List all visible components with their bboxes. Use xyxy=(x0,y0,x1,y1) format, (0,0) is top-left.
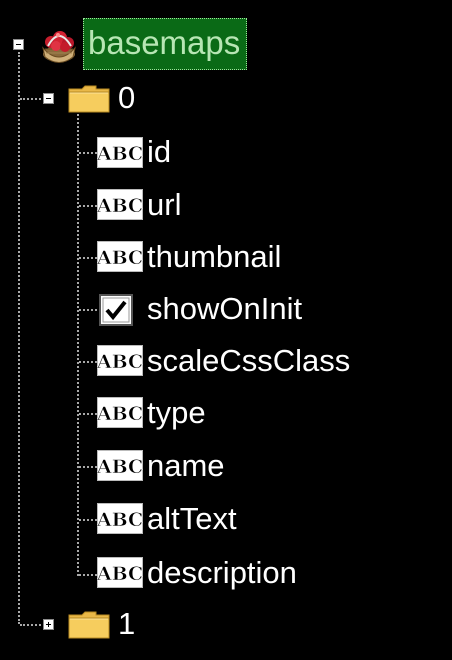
expand-toggle-node-1[interactable] xyxy=(43,619,54,630)
tree-node-label-node-1[interactable]: 1 xyxy=(118,606,135,642)
tree-line-children xyxy=(77,114,79,576)
abc-glyph: ABC xyxy=(97,143,143,165)
tree-node-label-root[interactable]: basemaps xyxy=(83,18,248,70)
tree-leaf-label-name[interactable]: name xyxy=(147,448,225,484)
string-field-icon: ABC xyxy=(97,450,143,481)
tree-leaf-label-thumbnail[interactable]: thumbnail xyxy=(147,239,281,275)
collapse-toggle-root[interactable] xyxy=(13,39,24,50)
string-field-icon: ABC xyxy=(97,189,143,220)
string-field-icon: ABC xyxy=(97,397,143,428)
fruit-basket-icon xyxy=(42,31,76,63)
tree-line-child xyxy=(79,574,97,576)
tree-line-child xyxy=(79,361,97,363)
abc-glyph: ABC xyxy=(97,563,143,585)
folder-icon xyxy=(68,85,110,113)
string-field-icon: ABC xyxy=(97,345,143,376)
tree-line-child xyxy=(79,413,97,415)
string-field-icon: ABC xyxy=(97,557,143,588)
string-field-icon: ABC xyxy=(97,137,143,168)
string-field-icon: ABC xyxy=(97,241,143,272)
tree-leaf-label-showoninit[interactable]: showOnInit xyxy=(147,291,302,327)
plus-icon-v xyxy=(48,622,49,627)
boolean-checkbox-icon xyxy=(99,294,133,326)
abc-glyph: ABC xyxy=(97,247,143,269)
tree-line-child xyxy=(79,466,97,468)
tree-leaf-label-id[interactable]: id xyxy=(147,134,171,170)
minus-icon xyxy=(16,44,21,45)
folder-icon xyxy=(68,611,110,639)
abc-glyph: ABC xyxy=(97,195,143,217)
tree-leaf-label-alttext[interactable]: altText xyxy=(147,501,237,537)
tree-line-child xyxy=(79,205,97,207)
abc-glyph: ABC xyxy=(97,509,143,531)
minus-icon xyxy=(46,98,51,99)
tree-line-child xyxy=(79,152,97,154)
abc-glyph: ABC xyxy=(97,456,143,478)
tree-leaf-label-description[interactable]: description xyxy=(147,555,297,591)
abc-glyph: ABC xyxy=(97,351,143,373)
tree-leaf-label-type[interactable]: type xyxy=(147,395,206,431)
tree-leaf-label-scalecssclass[interactable]: scaleCssClass xyxy=(147,343,350,379)
string-field-icon: ABC xyxy=(97,503,143,534)
tree-line-child xyxy=(79,257,97,259)
tree-node-label-node-0[interactable]: 0 xyxy=(118,80,135,116)
abc-glyph: ABC xyxy=(97,403,143,425)
tree-leaf-label-url[interactable]: url xyxy=(147,187,181,223)
tree-line-child xyxy=(79,309,97,311)
tree-line-root xyxy=(18,52,20,624)
tree-line-child xyxy=(79,519,97,521)
collapse-toggle-node-0[interactable] xyxy=(43,93,54,104)
json-tree-view: basemaps 0 ABC id ABC url ABC thumbnail … xyxy=(0,0,452,660)
